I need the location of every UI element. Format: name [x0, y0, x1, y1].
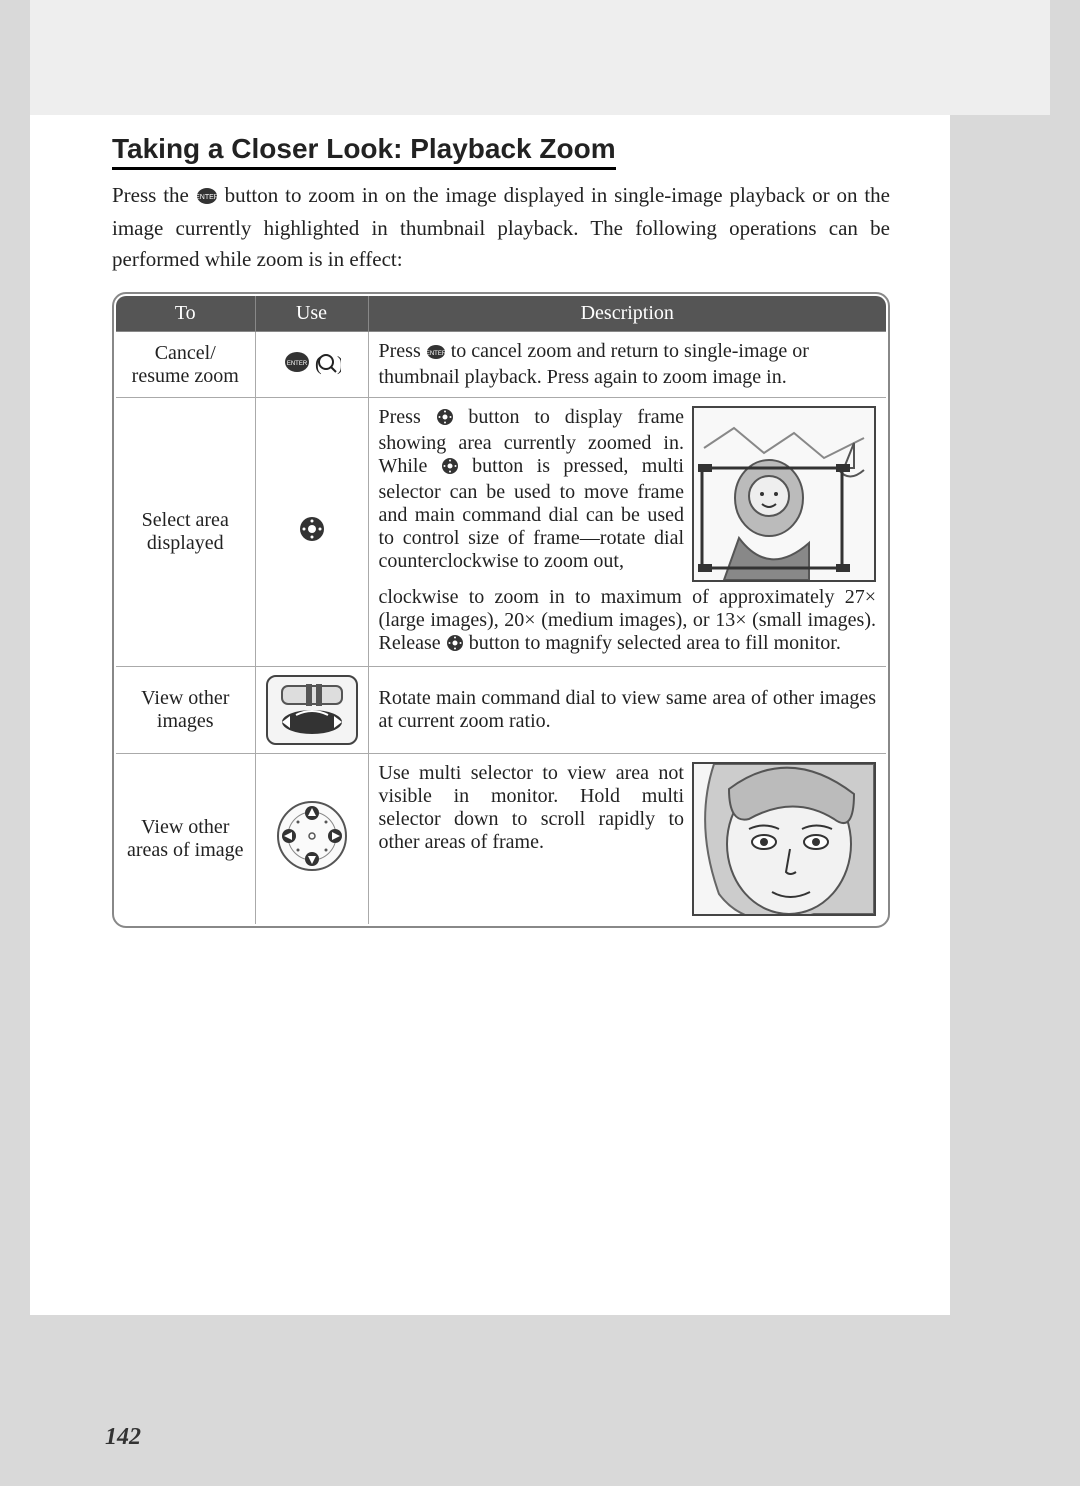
page-title: Taking a Closer Look: Playback Zoom [112, 133, 616, 170]
svg-text:): ) [337, 353, 341, 375]
th-to: To [115, 295, 255, 332]
intro-post: button to zoom in on the image displayed… [112, 183, 890, 271]
page: Taking a Closer Look: Playback Zoom Pres… [30, 115, 950, 1315]
scene-illustration [692, 406, 876, 582]
svg-text:ENTER: ENTER [286, 361, 307, 367]
page-number: 142 [105, 1424, 141, 1451]
cell-use: ENTER ( ) [255, 332, 368, 398]
desc-pre: Press [379, 340, 426, 362]
table-row: Select area displayed Press button to di… [115, 398, 887, 667]
table-wrap: To Use Description Cancel/ resume zoom E… [112, 292, 890, 928]
center-button-icon [436, 408, 454, 432]
cell-desc: Rotate main command dial to view same ar… [368, 667, 887, 754]
zoom-table: To Use Description Cancel/ resume zoom E… [114, 294, 888, 926]
svg-text:ENTER: ENTER [196, 194, 218, 201]
face-illustration [692, 762, 876, 916]
header-band [30, 0, 1050, 115]
d2b: button to magnify selected area to fill … [464, 632, 841, 654]
intro-pre: Press the [112, 183, 196, 207]
enter-icon: ENTER [196, 183, 218, 213]
enter-icon: ENTER [426, 343, 446, 366]
cell-use [255, 398, 368, 667]
cell-desc: Use multi selector to view area not visi… [368, 754, 887, 926]
d1a: Press [379, 406, 436, 428]
desc-text: Use multi selector to view area not visi… [379, 762, 685, 854]
enter-zoom-icon: ENTER ( ) [283, 360, 341, 382]
cell-desc: Press ENTER to cancel zoom and return to… [368, 332, 887, 398]
cell-desc: Press button to display frame showing ar… [368, 398, 887, 667]
th-desc: Description [368, 295, 887, 332]
multi-selector-icon [273, 858, 351, 880]
center-button-icon [441, 457, 459, 481]
center-button-icon [297, 527, 327, 549]
cell-use [255, 667, 368, 754]
cell-to: Cancel/ resume zoom [115, 332, 255, 398]
table-row: View other areas of image [115, 754, 887, 926]
intro-paragraph: Press the ENTER button to zoom in on the… [112, 180, 890, 274]
svg-text:ENTER: ENTER [426, 351, 446, 357]
center-button-icon [446, 634, 464, 658]
table-row: View other images [115, 667, 887, 754]
table-row: Cancel/ resume zoom ENTER ( ) [115, 332, 887, 398]
cell-to: Select area displayed [115, 398, 255, 667]
th-use: Use [255, 295, 368, 332]
cell-to: View other images [115, 667, 255, 754]
cell-to: View other areas of image [115, 754, 255, 926]
cell-use [255, 754, 368, 926]
command-dial-icon [266, 675, 358, 745]
